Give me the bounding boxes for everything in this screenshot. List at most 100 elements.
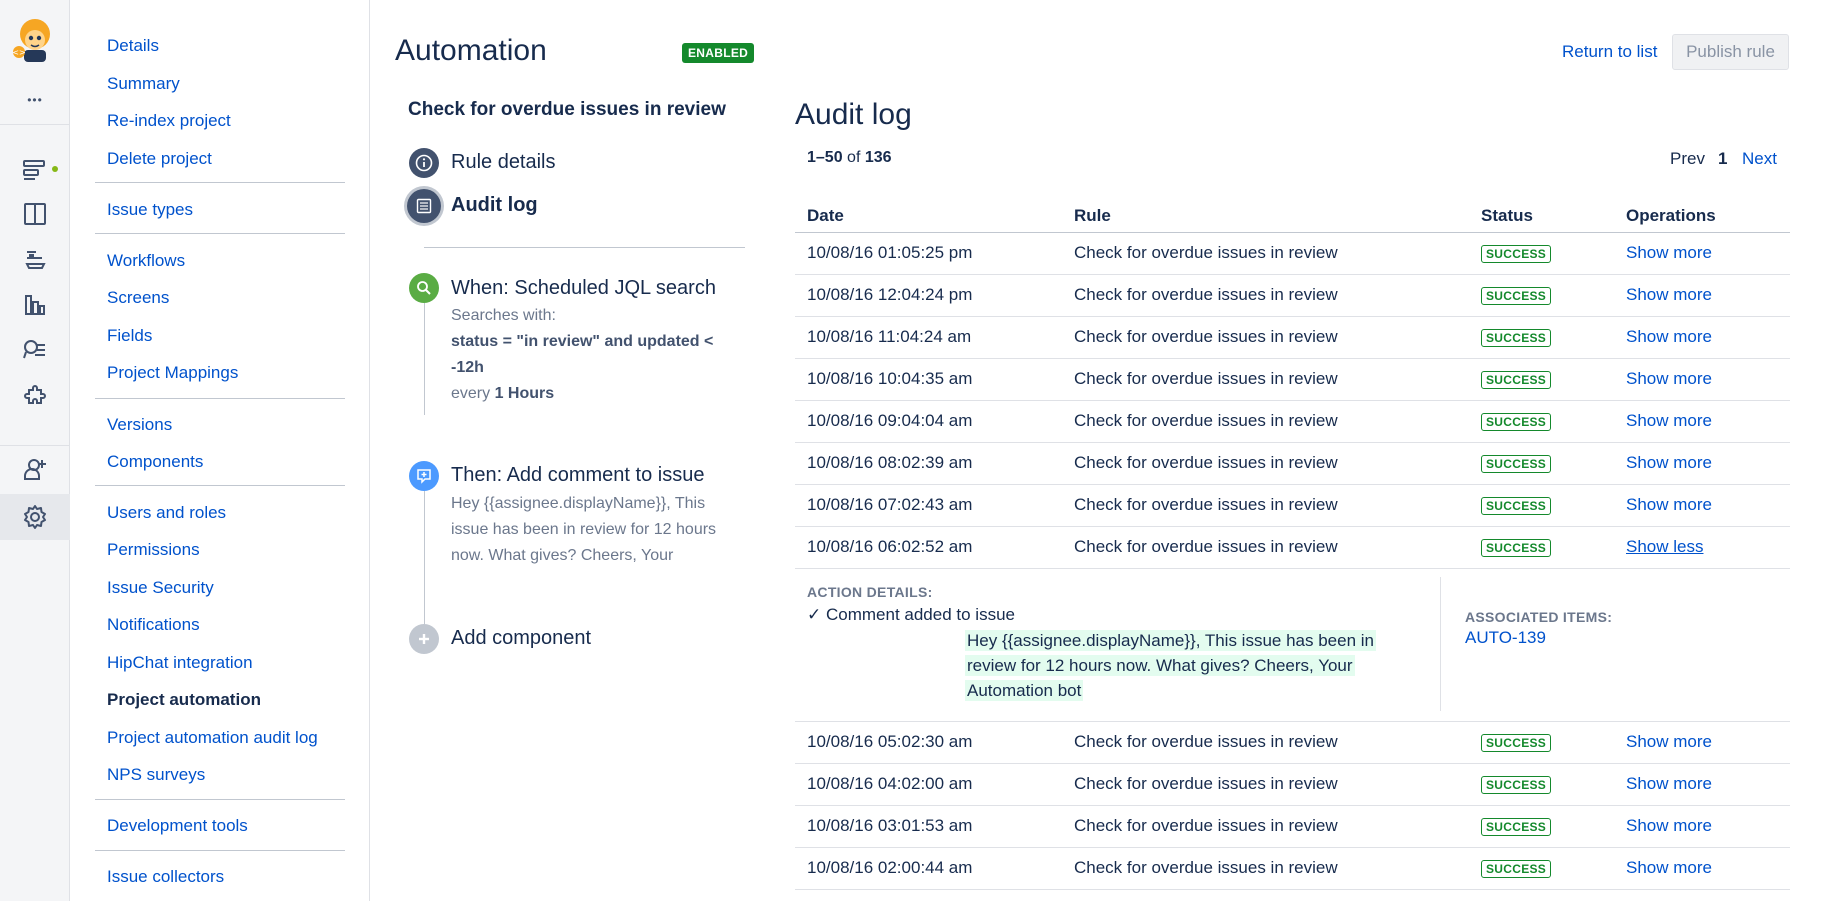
cell-rule: Check for overdue issues in review (1062, 400, 1469, 443)
cell-date: 10/08/16 02:00:44 am (795, 847, 1062, 890)
cell-rule: Check for overdue issues in review (1062, 805, 1469, 848)
show-more-link[interactable]: Show more (1626, 285, 1712, 304)
nav-item-versions[interactable]: Versions (107, 415, 172, 435)
show-more-link[interactable]: Show more (1626, 774, 1712, 793)
return-to-list-link[interactable]: Return to list (1562, 42, 1657, 62)
table-row: 10/08/16 06:02:52 am Check for overdue is… (795, 526, 1790, 569)
trigger-every: every (451, 385, 491, 402)
show-more-link[interactable]: Show more (1626, 732, 1712, 751)
associated-issue-link[interactable]: AUTO-139 (1465, 628, 1546, 648)
nav-item-project-mappings[interactable]: Project Mappings (107, 363, 238, 383)
nav-item-project-automation[interactable]: Project automation (107, 690, 261, 710)
show-more-link[interactable]: Show more (1626, 453, 1712, 472)
nav-item-notifications[interactable]: Notifications (107, 615, 200, 635)
details-divider (1440, 576, 1441, 711)
cell-date: 10/08/16 06:02:52 am (795, 526, 1062, 569)
action-preview: Hey {{assignee.displayName}}, This issue… (451, 491, 716, 569)
nav-item-reindex-project[interactable]: Re-index project (107, 111, 231, 131)
show-more-link[interactable]: Show more (1626, 411, 1712, 430)
cell-status: SUCCESS (1469, 232, 1614, 275)
nav-divider (95, 182, 345, 183)
show-more-link[interactable]: Show more (1626, 495, 1712, 514)
addons-icon[interactable] (21, 381, 49, 409)
nav-item-hipchat-integration[interactable]: HipChat integration (107, 653, 253, 673)
nav-item-development-tools[interactable]: Development tools (107, 816, 248, 836)
cell-operations: Show more (1614, 316, 1790, 359)
board-icon[interactable] (21, 200, 49, 228)
releases-icon[interactable] (21, 245, 49, 273)
result-of: of (847, 149, 861, 166)
cell-status: SUCCESS (1469, 805, 1614, 848)
global-sidebar: <> ••• (0, 0, 70, 901)
more-icon[interactable]: ••• (21, 86, 49, 114)
nav-item-users-and-roles[interactable]: Users and roles (107, 503, 226, 523)
svg-text:<>: <> (12, 48, 25, 57)
nav-item-components[interactable]: Components (107, 452, 203, 472)
rail-divider (0, 445, 70, 446)
cell-rule: Check for overdue issues in review (1062, 316, 1469, 359)
cell-rule: Check for overdue issues in review (1062, 721, 1469, 764)
add-comment-icon (409, 461, 439, 491)
cell-rule: Check for overdue issues in review (1062, 526, 1469, 569)
status-badge: SUCCESS (1481, 287, 1552, 305)
issues-search-icon[interactable] (21, 336, 49, 364)
pager-next[interactable]: Next (1742, 149, 1777, 169)
show-more-link[interactable]: Show more (1626, 327, 1712, 346)
plus-icon[interactable] (409, 624, 439, 654)
publish-rule-button[interactable]: Publish rule (1672, 34, 1789, 70)
pager-current-page: 1 (1718, 149, 1728, 168)
table-row: 10/08/16 04:02:00 am Check for overdue is… (795, 763, 1790, 806)
flow-connector (424, 303, 425, 415)
table-header-row: Date Rule Status Operations (795, 200, 1790, 233)
nav-item-fields[interactable]: Fields (107, 326, 152, 346)
backlog-icon[interactable] (21, 156, 49, 184)
result-count: 1–50 of 136 (807, 149, 892, 167)
nav-divider (95, 799, 345, 800)
cell-operations: Show more (1614, 847, 1790, 890)
nav-item-screens[interactable]: Screens (107, 288, 169, 308)
pager-prev[interactable]: Prev (1670, 149, 1705, 169)
nav-item-permissions[interactable]: Permissions (107, 540, 200, 560)
flow-connector (424, 491, 425, 626)
cell-date: 10/08/16 07:02:43 am (795, 484, 1062, 527)
result-range: 1–50 (807, 149, 843, 166)
nav-divider (95, 233, 345, 234)
status-badge: SUCCESS (1481, 539, 1552, 557)
rule-name: Check for overdue issues in review (408, 99, 726, 120)
nav-item-project-automation-audit-log[interactable]: Project automation audit log (107, 728, 318, 748)
column-header-date: Date (795, 200, 1062, 233)
cell-status: SUCCESS (1469, 721, 1614, 764)
nav-item-issue-collectors[interactable]: Issue collectors (107, 867, 224, 887)
show-less-link[interactable]: Show less (1626, 537, 1703, 556)
trigger-title[interactable]: When: Scheduled JQL search (451, 277, 716, 300)
show-more-link[interactable]: Show more (1626, 858, 1712, 877)
step-rule-details[interactable]: Rule details (451, 151, 556, 174)
action-title[interactable]: Then: Add comment to issue (451, 464, 704, 487)
reports-icon[interactable] (21, 291, 49, 319)
audit-log-table: Date Rule Status Operations 10/08/16 01:… (795, 200, 1790, 890)
step-audit-log[interactable]: Audit log (451, 194, 538, 217)
trigger-searches-with: Searches with: (451, 307, 556, 324)
show-more-link[interactable]: Show more (1626, 369, 1712, 388)
nav-item-summary[interactable]: Summary (107, 74, 180, 94)
settings-icon[interactable] (21, 503, 49, 531)
show-more-link[interactable]: Show more (1626, 816, 1712, 835)
nav-item-delete-project[interactable]: Delete project (107, 149, 212, 169)
assistant-logo-icon[interactable]: <> (10, 14, 56, 66)
nav-item-issue-security[interactable]: Issue Security (107, 578, 214, 598)
cell-status: SUCCESS (1469, 763, 1614, 806)
details-cell: ACTION DETAILS: ✓ Comment added to issue… (795, 568, 1790, 722)
nav-item-details[interactable]: Details (107, 36, 159, 56)
nav-item-issue-types[interactable]: Issue types (107, 200, 193, 220)
nav-item-nps-surveys[interactable]: NPS surveys (107, 765, 205, 785)
page-title: Automation (395, 34, 547, 67)
nav-item-workflows[interactable]: Workflows (107, 251, 185, 271)
nav-divider (95, 485, 345, 486)
add-user-icon[interactable] (21, 455, 49, 483)
add-component-link[interactable]: Add component (451, 627, 591, 650)
status-badge: SUCCESS (1481, 329, 1552, 347)
show-more-link[interactable]: Show more (1626, 243, 1712, 262)
rule-steps-divider (424, 247, 745, 248)
cell-rule: Check for overdue issues in review (1062, 484, 1469, 527)
expanded-details-row: ACTION DETAILS: ✓ Comment added to issue… (795, 568, 1790, 722)
